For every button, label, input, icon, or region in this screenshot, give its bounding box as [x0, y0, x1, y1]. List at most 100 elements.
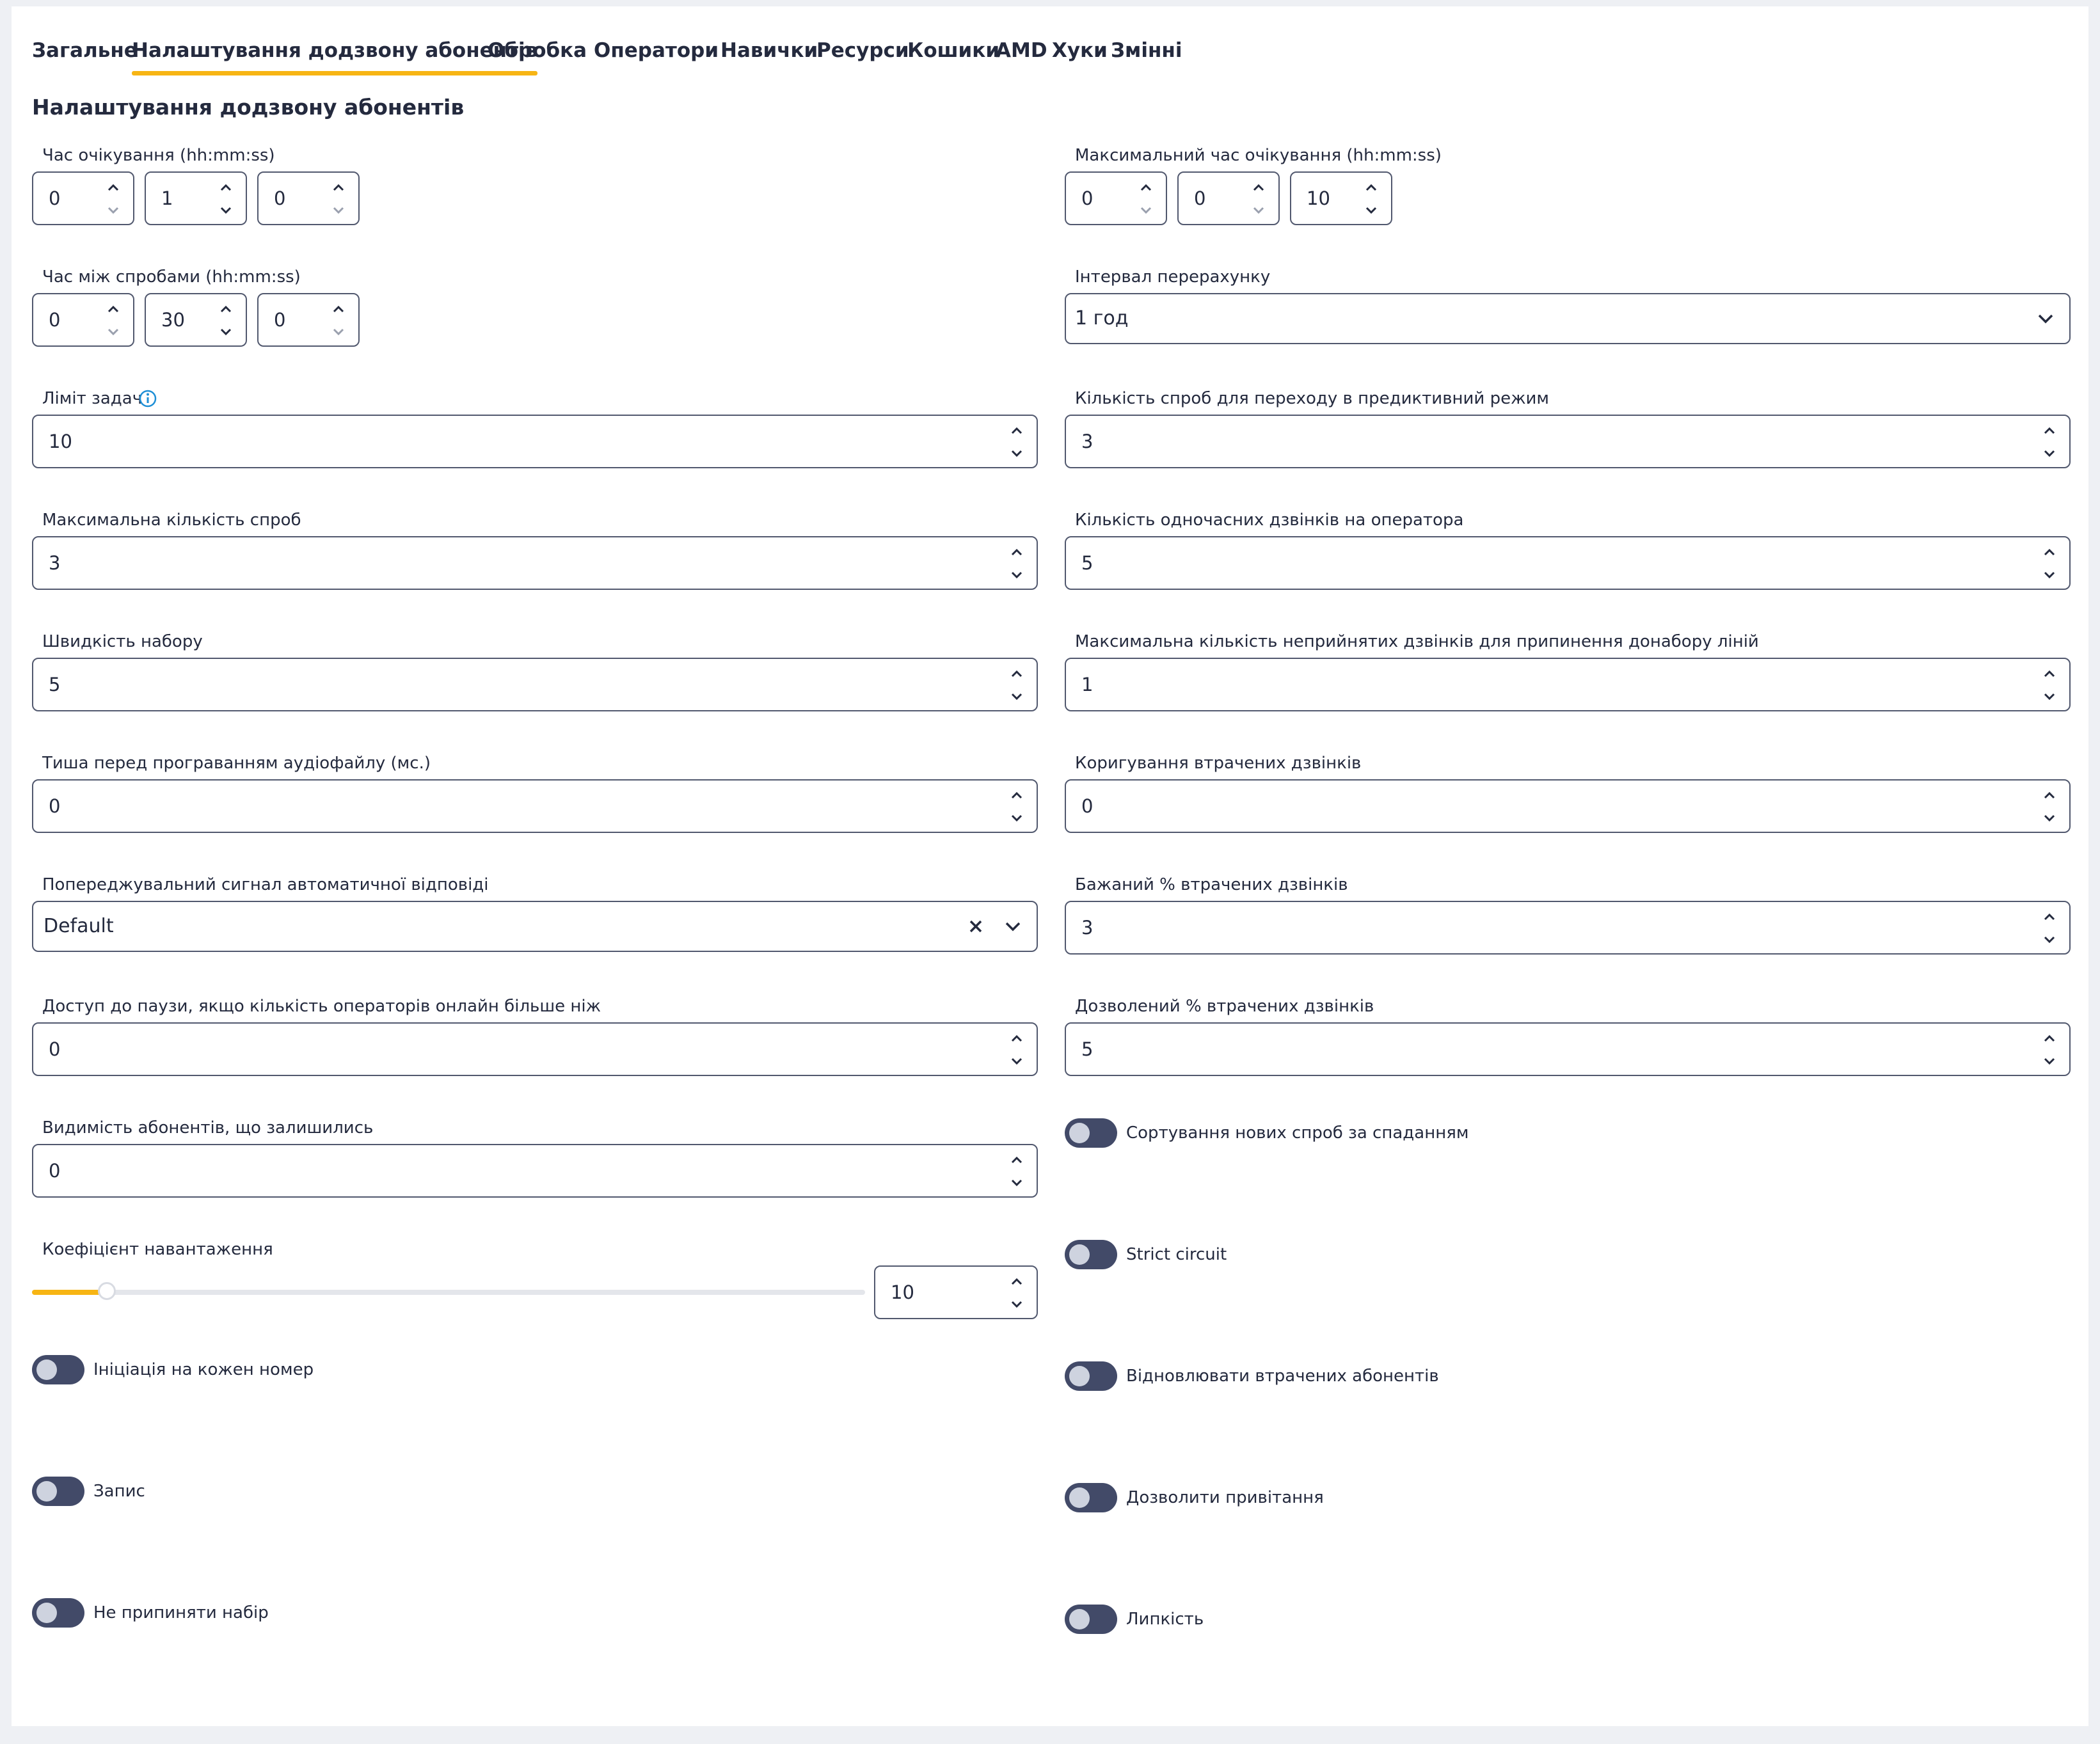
dial-speed-input[interactable]: 5	[32, 658, 1038, 711]
increment-arrow-icon[interactable]	[1248, 177, 1269, 198]
stepper	[1006, 1149, 1028, 1194]
decrement-arrow-icon[interactable]	[328, 321, 349, 343]
decrement-arrow-icon[interactable]	[1006, 807, 1028, 829]
wait-time-hours-input[interactable]: 0	[32, 171, 134, 225]
allowed-lost-input[interactable]: 5	[1065, 1022, 2071, 1076]
tab-processing[interactable]: Обробка	[488, 35, 587, 75]
increment-arrow-icon[interactable]	[1006, 784, 1028, 806]
increment-arrow-icon[interactable]	[2039, 663, 2060, 685]
increment-arrow-icon[interactable]	[1006, 1027, 1028, 1049]
strict-circuit-toggle[interactable]	[1065, 1240, 1117, 1269]
decrement-arrow-icon[interactable]	[102, 200, 124, 221]
allow-greeting-label: Дозволити привітання	[1126, 1488, 1324, 1507]
decrement-arrow-icon[interactable]	[328, 200, 349, 221]
tab-operators[interactable]: Оператори	[594, 35, 719, 75]
increment-arrow-icon[interactable]	[1006, 420, 1028, 441]
increment-arrow-icon[interactable]	[102, 298, 124, 320]
silence-value: 0	[49, 795, 61, 817]
stepper	[2039, 784, 2060, 829]
decrement-arrow-icon[interactable]	[2039, 929, 2060, 951]
increment-arrow-icon[interactable]	[1006, 663, 1028, 685]
desired-lost-input[interactable]: 3	[1065, 901, 2071, 955]
decrement-arrow-icon[interactable]	[215, 321, 237, 343]
max-wait-time-minutes-input[interactable]: 0	[1177, 171, 1280, 225]
increment-arrow-icon[interactable]	[1006, 1271, 1028, 1292]
decrement-arrow-icon[interactable]	[215, 200, 237, 221]
max-wait-time-hours-input[interactable]: 0	[1065, 171, 1167, 225]
load-factor-slider[interactable]	[32, 1282, 865, 1300]
decrement-arrow-icon[interactable]	[2039, 686, 2060, 708]
info-icon[interactable]	[138, 389, 157, 408]
decrement-arrow-icon[interactable]	[102, 321, 124, 343]
concurrent-calls-input[interactable]: 5	[1065, 536, 2071, 590]
retry-time-minutes-input[interactable]: 30	[145, 293, 247, 347]
pause-access-input[interactable]: 0	[32, 1022, 1038, 1076]
restore-lost-toggle[interactable]	[1065, 1361, 1117, 1391]
task-limit-label: Ліміт задач	[42, 389, 143, 408]
predictive-attempts-input[interactable]: 3	[1065, 415, 2071, 468]
section-title: Налаштування додзвону абонентів	[32, 95, 465, 120]
decrement-arrow-icon[interactable]	[1006, 686, 1028, 708]
task-limit-input[interactable]: 10	[32, 415, 1038, 468]
chevron-down-icon[interactable]	[2035, 308, 2056, 332]
increment-arrow-icon[interactable]	[2039, 784, 2060, 806]
increment-arrow-icon[interactable]	[215, 177, 237, 198]
wait-time-minutes-input[interactable]: 1	[145, 171, 247, 225]
increment-arrow-icon[interactable]	[102, 177, 124, 198]
increment-arrow-icon[interactable]	[1006, 1149, 1028, 1171]
decrement-arrow-icon[interactable]	[1135, 200, 1157, 221]
sort-desc-toggle[interactable]	[1065, 1118, 1117, 1148]
decrement-arrow-icon[interactable]	[1248, 200, 1269, 221]
lost-correction-input[interactable]: 0	[1065, 779, 2071, 833]
increment-arrow-icon[interactable]	[2039, 906, 2060, 928]
increment-arrow-icon[interactable]	[1360, 177, 1382, 198]
increment-arrow-icon[interactable]	[1135, 177, 1157, 198]
increment-arrow-icon[interactable]	[2039, 541, 2060, 563]
silence-input[interactable]: 0	[32, 779, 1038, 833]
max-wait-time-seconds-input[interactable]: 10	[1290, 171, 1392, 225]
init-each-number-toggle[interactable]	[32, 1355, 84, 1384]
decrement-arrow-icon[interactable]	[1006, 1172, 1028, 1194]
tab-skills[interactable]: Навички	[720, 35, 818, 75]
slider-handle[interactable]	[98, 1282, 116, 1300]
increment-arrow-icon[interactable]	[1006, 541, 1028, 563]
tab-baskets[interactable]: Кошики	[907, 35, 999, 75]
increment-arrow-icon[interactable]	[328, 177, 349, 198]
decrement-arrow-icon[interactable]	[2039, 807, 2060, 829]
decrement-arrow-icon[interactable]	[2039, 443, 2060, 464]
decrement-arrow-icon[interactable]	[1006, 1294, 1028, 1315]
retry-time-seconds-input[interactable]: 0	[257, 293, 360, 347]
retry-time-hours-input[interactable]: 0	[32, 293, 134, 347]
load-factor-input[interactable]: 10	[874, 1265, 1038, 1319]
allow-greeting-toggle[interactable]	[1065, 1483, 1117, 1512]
increment-arrow-icon[interactable]	[215, 298, 237, 320]
tab-variables[interactable]: Змінні	[1111, 35, 1182, 75]
increment-arrow-icon[interactable]	[2039, 420, 2060, 441]
beep-signal-select[interactable]: Default	[32, 901, 1038, 952]
decrement-arrow-icon[interactable]	[1006, 443, 1028, 464]
decrement-arrow-icon[interactable]	[1006, 564, 1028, 586]
max-unanswered-input[interactable]: 1	[1065, 658, 2071, 711]
record-toggle[interactable]	[32, 1477, 84, 1506]
tab-general[interactable]: Загальне	[32, 35, 138, 75]
decrement-arrow-icon[interactable]	[2039, 564, 2060, 586]
toggle-knob	[36, 1360, 57, 1380]
wait-time-seconds-input[interactable]: 0	[257, 171, 360, 225]
tab-hooks[interactable]: Хуки	[1052, 35, 1108, 75]
recalc-interval-select[interactable]: 1 год	[1065, 293, 2071, 344]
increment-arrow-icon[interactable]	[328, 298, 349, 320]
decrement-arrow-icon[interactable]	[2039, 1050, 2060, 1072]
settings-panel: Загальне Налаштування додзвону абонентів…	[12, 6, 2088, 1726]
clear-icon[interactable]	[965, 916, 987, 940]
tab-amd[interactable]: AMD	[996, 35, 1047, 75]
decrement-arrow-icon[interactable]	[1360, 200, 1382, 221]
tab-dialing-settings[interactable]: Налаштування додзвону абонентів	[132, 35, 538, 75]
stickiness-toggle[interactable]	[1065, 1605, 1117, 1634]
chevron-down-icon[interactable]	[1002, 916, 1024, 940]
increment-arrow-icon[interactable]	[2039, 1027, 2060, 1049]
dont-stop-dialing-toggle[interactable]	[32, 1598, 84, 1628]
tab-resources[interactable]: Ресурси	[816, 35, 909, 75]
max-attempts-input[interactable]: 3	[32, 536, 1038, 590]
decrement-arrow-icon[interactable]	[1006, 1050, 1028, 1072]
remaining-visibility-input[interactable]: 0	[32, 1144, 1038, 1198]
